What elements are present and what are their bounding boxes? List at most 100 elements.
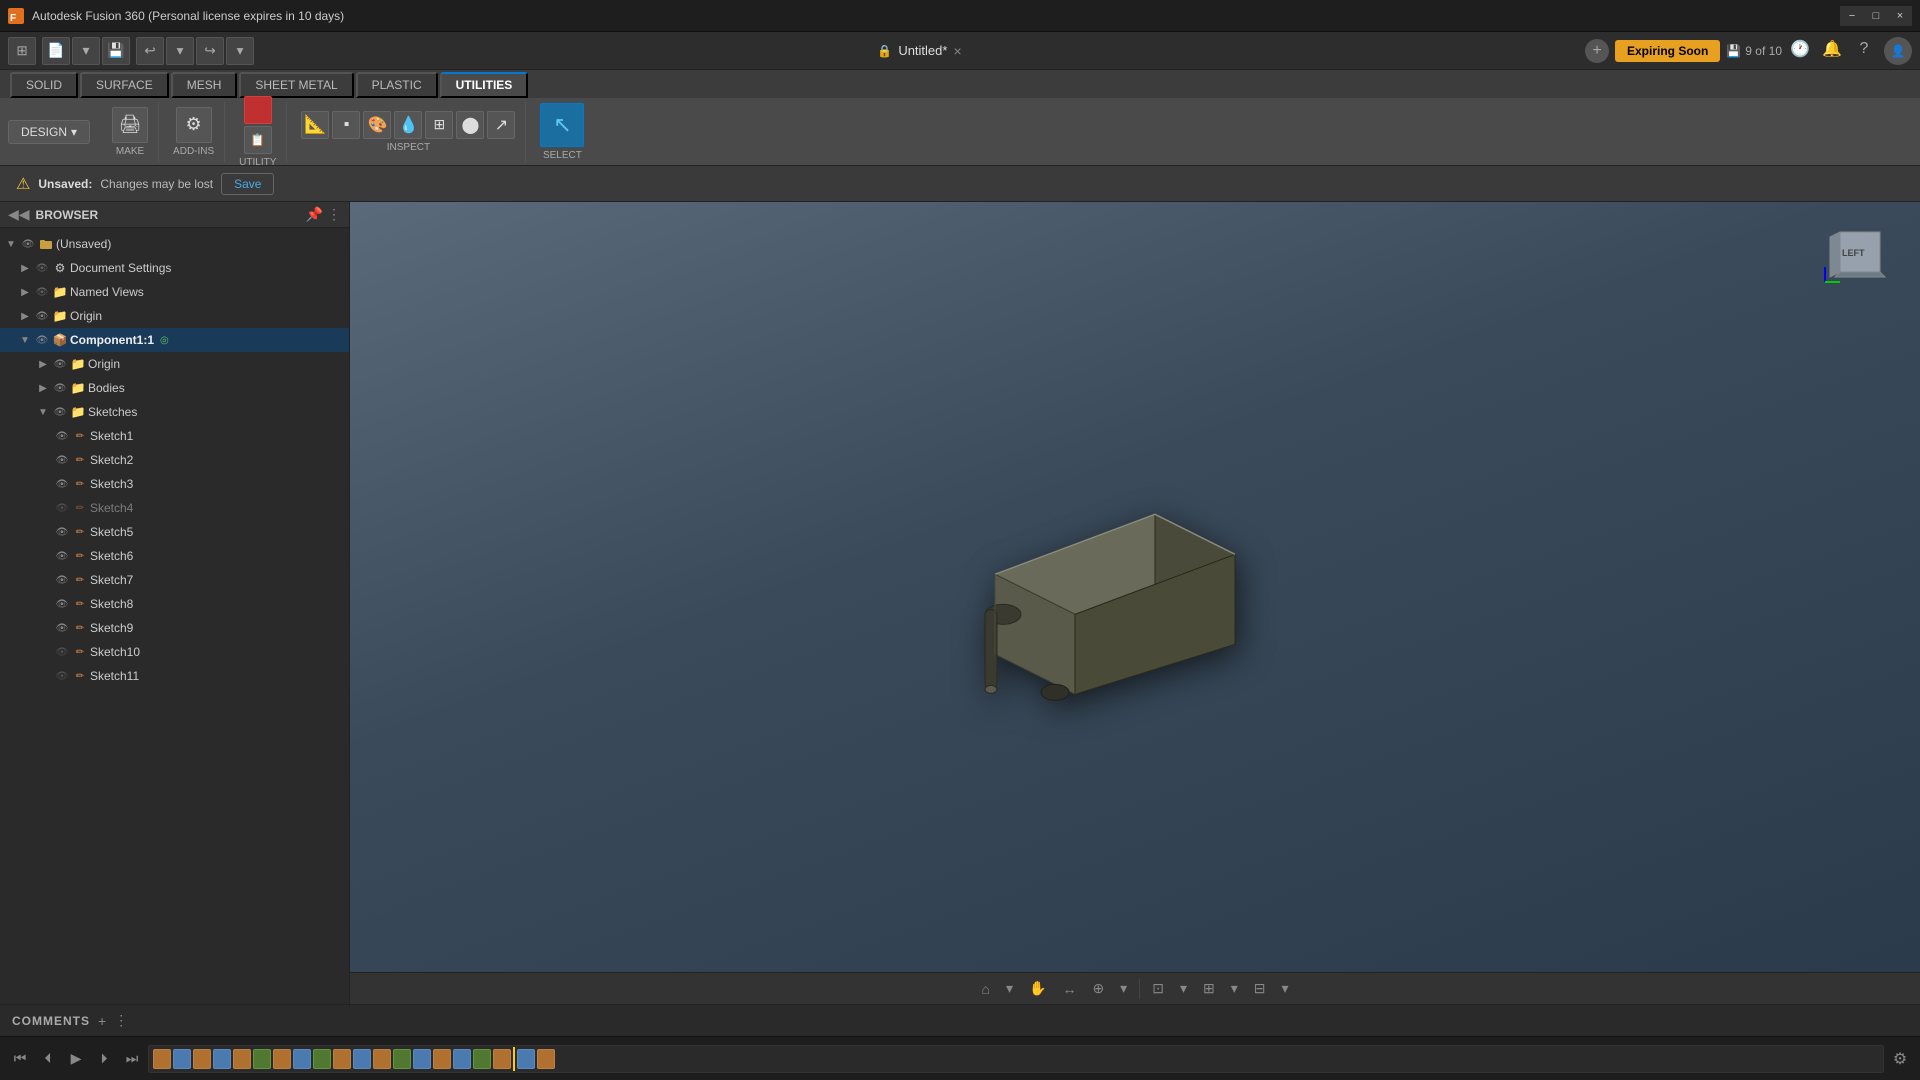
grid-dropdown[interactable]: ▾ <box>1227 978 1242 999</box>
make-button[interactable]: 🖨 <box>112 107 148 143</box>
tree-sketch2[interactable]: 👁 ✏ Sketch2 <box>0 448 349 472</box>
comp-origin-visibility-icon[interactable]: 👁 <box>52 356 68 372</box>
timeline-track[interactable] <box>148 1045 1884 1073</box>
tl-item-11[interactable] <box>353 1049 371 1069</box>
tl-item-3[interactable] <box>193 1049 211 1069</box>
redo-dropdown[interactable]: ▾ <box>226 37 254 65</box>
redo-button[interactable]: ↪ <box>196 37 224 65</box>
tl-item-17[interactable] <box>473 1049 491 1069</box>
tree-origin[interactable]: ▶ 👁 📁 Origin <box>0 304 349 328</box>
tree-sketch6[interactable]: 👁 ✏ Sketch6 <box>0 544 349 568</box>
tl-item-4[interactable] <box>213 1049 231 1069</box>
tree-sketch10[interactable]: 👁 ✏ Sketch10 <box>0 640 349 664</box>
inspect-spray[interactable]: 💧 <box>394 111 422 139</box>
timeline-next-button[interactable]: ⏵ <box>92 1047 116 1071</box>
select-button[interactable]: ↖ <box>540 103 584 147</box>
timeline-end-button[interactable]: ⏭ <box>120 1047 144 1071</box>
component1-pin-icon[interactable]: ◎ <box>160 335 169 346</box>
addins-button[interactable]: ⚙ <box>176 107 212 143</box>
sketch7-visibility-icon[interactable]: 👁 <box>54 572 70 588</box>
tab-surface[interactable]: SURFACE <box>80 72 169 98</box>
tl-item-10[interactable] <box>333 1049 351 1069</box>
timeline-start-button[interactable]: ⏮ <box>8 1047 32 1071</box>
home-view-button[interactable]: ⌂ <box>978 979 994 999</box>
sketch4-visibility-icon[interactable]: 👁 <box>54 500 70 516</box>
collapse-browser-button[interactable]: ◀◀ <box>8 206 30 223</box>
tab-solid[interactable]: SOLID <box>10 72 78 98</box>
zoom-button[interactable]: ⊕ <box>1088 978 1108 999</box>
display-dropdown[interactable]: ▾ <box>1176 978 1191 999</box>
sketches-visibility-icon[interactable]: 👁 <box>52 404 68 420</box>
tl-item-18[interactable] <box>493 1049 511 1069</box>
timeline-settings-button[interactable]: ⚙ <box>1888 1047 1912 1071</box>
inspect-sphere[interactable]: ⬤ <box>456 111 484 139</box>
tree-doc-settings[interactable]: ▶ 👁 ⚙ Document Settings <box>0 256 349 280</box>
save-button[interactable]: Save <box>221 173 274 195</box>
tl-item-20[interactable] <box>537 1049 555 1069</box>
tl-item-1[interactable] <box>153 1049 171 1069</box>
tree-sketches[interactable]: ▼ 👁 📁 Sketches <box>0 400 349 424</box>
app-grid-button[interactable]: ⊞ <box>8 37 36 65</box>
tl-item-13[interactable] <box>393 1049 411 1069</box>
browser-pin-button[interactable]: 📌 <box>306 206 323 223</box>
clock-icon-button[interactable]: 🕐 <box>1788 37 1812 61</box>
tl-item-16[interactable] <box>453 1049 471 1069</box>
tl-item-8[interactable] <box>293 1049 311 1069</box>
tree-root[interactable]: ▼ 👁 (Unsaved) <box>0 232 349 256</box>
inspect-measure[interactable]: 📐 <box>301 111 329 139</box>
tree-sketch5[interactable]: 👁 ✏ Sketch5 <box>0 520 349 544</box>
tl-item-12[interactable] <box>373 1049 391 1069</box>
tab-sheet-metal[interactable]: SHEET METAL <box>239 72 353 98</box>
pan-button[interactable]: ↔ <box>1058 979 1080 999</box>
sketch1-visibility-icon[interactable]: 👁 <box>54 428 70 444</box>
tab-plastic[interactable]: PLASTIC <box>356 72 438 98</box>
tab-mesh[interactable]: MESH <box>171 72 238 98</box>
inspect-grid[interactable]: ⊞ <box>425 111 453 139</box>
sketch8-visibility-icon[interactable]: 👁 <box>54 596 70 612</box>
minimize-button[interactable]: − <box>1840 6 1864 26</box>
expiring-soon-button[interactable]: Expiring Soon <box>1615 40 1720 62</box>
tree-component1[interactable]: ▼ 👁 📦 Component1:1 ◎ <box>0 328 349 352</box>
help-button[interactable]: ? <box>1852 37 1876 61</box>
tl-item-15[interactable] <box>433 1049 451 1069</box>
design-button[interactable]: DESIGN ▾ <box>8 120 90 144</box>
zoom-dropdown[interactable]: ▾ <box>1116 978 1131 999</box>
browser-more-button[interactable]: ⋮ <box>327 206 341 223</box>
utility-btn2[interactable]: 📋 <box>244 126 272 154</box>
tree-sketch8[interactable]: 👁 ✏ Sketch8 <box>0 592 349 616</box>
comments-more-button[interactable]: ⋮ <box>114 1012 128 1029</box>
orbit-button[interactable]: ✋ <box>1025 978 1050 999</box>
component1-visibility-icon[interactable]: 👁 <box>34 332 50 348</box>
viewport[interactable]: LEFT ⌂ ▾ ✋ ↔ ⊕ ▾ ⊡ ▾ ⊞ ▾ ⊟ ▾ <box>350 202 1920 1004</box>
viewcube[interactable]: LEFT <box>1820 212 1900 292</box>
timeline-play-button[interactable]: ▶ <box>64 1047 88 1071</box>
view-options-button[interactable]: ⊟ <box>1250 978 1270 999</box>
open-file-button[interactable]: ▾ <box>72 37 100 65</box>
root-visibility-icon[interactable]: 👁 <box>20 236 36 252</box>
tree-sketch9[interactable]: 👁 ✏ Sketch9 <box>0 616 349 640</box>
undo-button[interactable]: ↩ <box>136 37 164 65</box>
sketch10-visibility-icon[interactable]: 👁 <box>54 644 70 660</box>
origin-visibility-icon[interactable]: 👁 <box>34 308 50 324</box>
tree-comp-origin[interactable]: ▶ 👁 📁 Origin <box>0 352 349 376</box>
sketch5-visibility-icon[interactable]: 👁 <box>54 524 70 540</box>
user-avatar[interactable]: 👤 <box>1884 37 1912 65</box>
undo-dropdown[interactable]: ▾ <box>166 37 194 65</box>
vp-dropdown[interactable]: ▾ <box>1002 978 1017 999</box>
named-views-visibility-icon[interactable]: 👁 <box>34 284 50 300</box>
tree-sketch1[interactable]: 👁 ✏ Sketch1 <box>0 424 349 448</box>
tl-item-7[interactable] <box>273 1049 291 1069</box>
tree-sketch7[interactable]: 👁 ✏ Sketch7 <box>0 568 349 592</box>
sketch2-visibility-icon[interactable]: 👁 <box>54 452 70 468</box>
maximize-button[interactable]: □ <box>1864 6 1888 26</box>
inspect-box[interactable]: ▪ <box>332 111 360 139</box>
grid-button[interactable]: ⊞ <box>1199 978 1219 999</box>
sketch3-visibility-icon[interactable]: 👁 <box>54 476 70 492</box>
tree-sketch3[interactable]: 👁 ✏ Sketch3 <box>0 472 349 496</box>
notification-button[interactable]: 🔔 <box>1820 37 1844 61</box>
tl-item-9[interactable] <box>313 1049 331 1069</box>
sketch11-visibility-icon[interactable]: 👁 <box>54 668 70 684</box>
doc-settings-visibility-icon[interactable]: 👁 <box>34 260 50 276</box>
display-mode-button[interactable]: ⊡ <box>1148 978 1168 999</box>
tl-item-2[interactable] <box>173 1049 191 1069</box>
